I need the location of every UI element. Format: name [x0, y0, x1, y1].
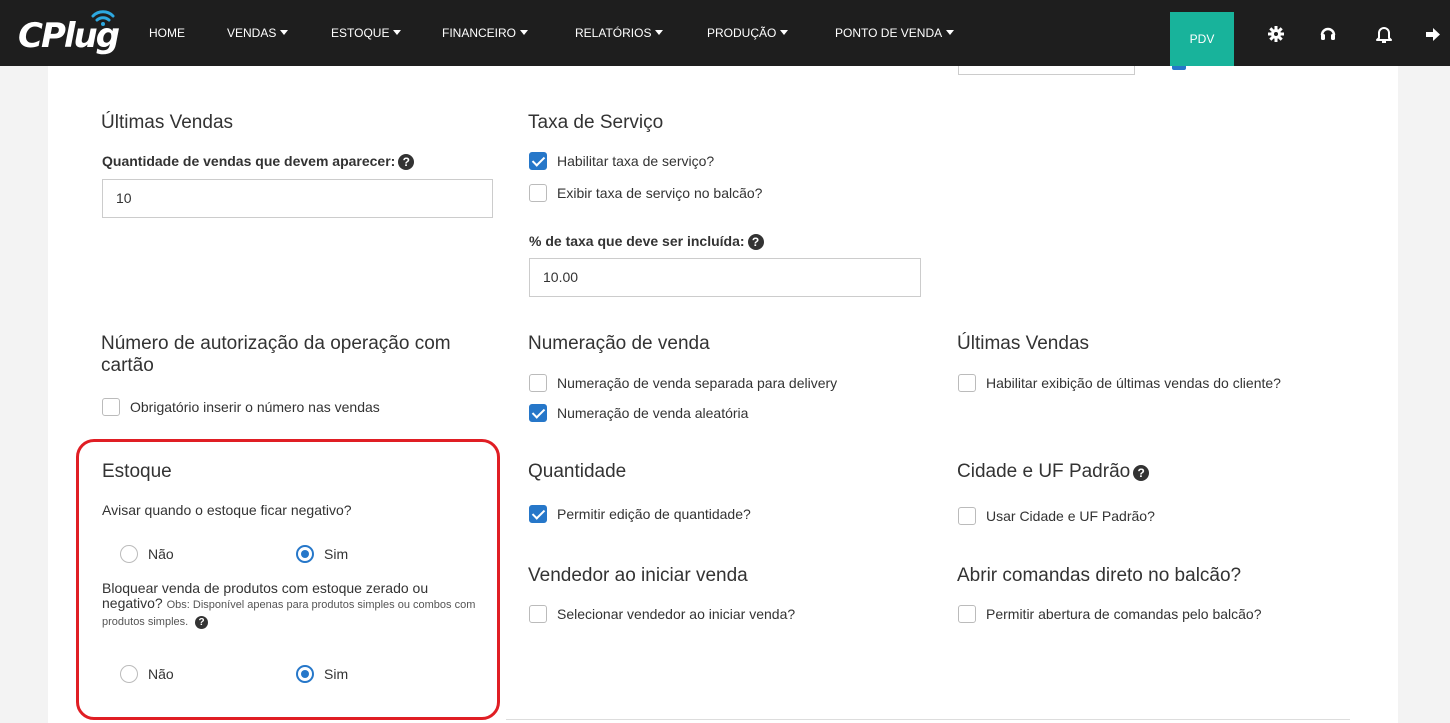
estoque-title: Estoque — [102, 461, 172, 482]
checkbox-unchecked[interactable] — [958, 374, 976, 392]
percent-taxa-label: % de taxa que deve ser incluída:? — [529, 233, 764, 250]
radio-unselected[interactable] — [120, 665, 138, 683]
ultimas-vendas-cliente-label: Habilitar exibição de últimas vendas do … — [986, 375, 1281, 391]
nav-producao[interactable]: PRODUÇÃO — [707, 26, 789, 40]
caret-down-icon — [655, 30, 664, 35]
gear-icon[interactable] — [1266, 24, 1286, 44]
permitir-edicao-checkbox-row[interactable]: Permitir edição de quantidade? — [529, 505, 751, 523]
usar-cidade-checkbox-row[interactable]: Usar Cidade e UF Padrão? — [958, 507, 1155, 525]
partial-input[interactable] — [958, 66, 1135, 75]
nav-home-label: HOME — [149, 26, 185, 40]
selecionar-vendedor-label: Selecionar vendedor ao iniciar venda? — [557, 606, 796, 622]
bloquear-nao-radio-row[interactable]: Não — [120, 665, 174, 683]
exibir-taxa-checkbox-row[interactable]: Exibir taxa de serviço no balcão? — [529, 184, 762, 202]
selecionar-vendedor-checkbox-row[interactable]: Selecionar vendedor ao iniciar venda? — [529, 605, 795, 623]
nav-producao-label: PRODUÇÃO — [707, 26, 777, 40]
quantidade-vendas-label: Quantidade de vendas que devem aparecer:… — [102, 153, 415, 170]
caret-down-icon — [393, 30, 402, 35]
ultimas-vendas-cliente-title: Últimas Vendas — [957, 333, 1090, 354]
bloquear-sim-label: Sim — [324, 666, 349, 682]
logout-icon[interactable] — [1424, 24, 1444, 44]
habilitar-taxa-checkbox-row[interactable]: Habilitar taxa de serviço? — [529, 152, 714, 170]
abrir-comandas-label: Permitir abertura de comandas pelo balcã… — [986, 606, 1262, 622]
nav-ponto-de-venda-label: PONTO DE VENDA — [835, 26, 943, 40]
bloquear-sim-radio-row[interactable]: Sim — [296, 665, 348, 683]
help-icon[interactable]: ? — [1133, 465, 1150, 481]
numeracao-aleatoria-label: Numeração de venda aleatória — [557, 405, 749, 421]
nav-home[interactable]: HOME — [149, 26, 185, 40]
bloquear-venda-label: Bloquear venda de produtos com estoque z… — [102, 581, 482, 630]
checkbox-unchecked[interactable] — [958, 605, 976, 623]
caret-down-icon — [520, 30, 529, 35]
checkbox-unchecked[interactable] — [529, 374, 547, 392]
checkbox-unchecked[interactable] — [529, 184, 547, 202]
quantidade-vendas-label-text: Quantidade de vendas que devem aparecer: — [102, 153, 396, 169]
bloquear-nao-label: Não — [148, 666, 174, 682]
help-icon[interactable]: ? — [398, 154, 415, 170]
divider — [506, 719, 1350, 720]
vendedor-title: Vendedor ao iniciar venda — [528, 565, 748, 586]
quantidade-vendas-input[interactable]: 10 — [102, 179, 493, 218]
habilitar-taxa-label: Habilitar taxa de serviço? — [557, 153, 715, 169]
checkbox-checked[interactable] — [529, 404, 547, 422]
checkbox-unchecked[interactable] — [529, 605, 547, 623]
taxa-servico-title: Taxa de Serviço — [528, 112, 664, 133]
nav-relatorios[interactable]: RELATÓRIOS — [575, 26, 664, 40]
nav-vendas-label: VENDAS — [227, 26, 277, 40]
wifi-icon — [91, 10, 115, 26]
obrigatorio-checkbox-row[interactable]: Obrigatório inserir o número nas vendas — [102, 398, 380, 416]
checkbox-checked[interactable] — [529, 505, 547, 523]
nav-financeiro-label: FINANCEIRO — [442, 26, 517, 40]
radio-selected[interactable] — [296, 665, 314, 683]
checkbox-checked[interactable] — [529, 152, 547, 170]
usar-cidade-label: Usar Cidade e UF Padrão? — [986, 508, 1155, 524]
comandas-title: Abrir comandas direto no balcão? — [957, 565, 1242, 586]
ultimas-vendas-title: Últimas Vendas — [101, 112, 234, 133]
pdv-button[interactable]: PDV — [1170, 12, 1234, 66]
checkbox-unchecked[interactable] — [102, 398, 120, 416]
help-icon[interactable]: ? — [195, 616, 209, 629]
obrigatorio-label: Obrigatório inserir o número nas vendas — [130, 399, 380, 415]
numeracao-title: Numeração de venda — [528, 333, 710, 354]
help-icon[interactable]: ? — [747, 234, 764, 250]
permitir-edicao-label: Permitir edição de quantidade? — [557, 506, 751, 522]
numeracao-aleatoria-checkbox-row[interactable]: Numeração de venda aleatória — [529, 404, 748, 422]
top-navbar: CPlug HOME VENDAS ESTOQUE FINANCEIRO REL… — [0, 0, 1450, 66]
partial-toggle[interactable] — [1172, 66, 1186, 70]
numeracao-separada-checkbox-row[interactable]: Numeração de venda separada para deliver… — [529, 374, 837, 392]
cidade-uf-title-text: Cidade e UF Padrão — [957, 461, 1131, 482]
caret-down-icon — [280, 30, 289, 35]
nav-estoque-label: ESTOQUE — [331, 26, 390, 40]
caret-down-icon — [780, 30, 789, 35]
percent-taxa-input[interactable]: 10.00 — [529, 258, 921, 297]
nav-relatorios-label: RELATÓRIOS — [575, 26, 652, 40]
avisar-nao-radio-row[interactable]: Não — [120, 545, 174, 563]
cidade-uf-title: Cidade e UF Padrão? — [957, 461, 1150, 483]
checkbox-unchecked[interactable] — [958, 507, 976, 525]
caret-down-icon — [946, 30, 955, 35]
avisar-estoque-label: Avisar quando o estoque ficar negativo? — [102, 502, 352, 518]
ultimas-vendas-cliente-checkbox-row[interactable]: Habilitar exibição de últimas vendas do … — [958, 374, 1281, 392]
avisar-sim-label: Sim — [324, 546, 349, 562]
radio-selected[interactable] — [296, 545, 314, 563]
headset-icon[interactable] — [1318, 24, 1338, 44]
nav-vendas[interactable]: VENDAS — [227, 26, 289, 40]
percent-taxa-label-text: % de taxa que deve ser incluída: — [529, 233, 745, 249]
nav-financeiro[interactable]: FINANCEIRO — [442, 26, 529, 40]
numeracao-separada-label: Numeração de venda separada para deliver… — [557, 375, 838, 391]
nav-estoque[interactable]: ESTOQUE — [331, 26, 402, 40]
exibir-taxa-label: Exibir taxa de serviço no balcão? — [557, 185, 763, 201]
radio-unselected[interactable] — [120, 545, 138, 563]
cplug-logo[interactable]: CPlug — [14, 0, 124, 66]
autorizacao-title: Número de autorização da operação com ca… — [101, 333, 451, 376]
avisar-nao-label: Não — [148, 546, 174, 562]
avisar-sim-radio-row[interactable]: Sim — [296, 545, 348, 563]
quantidade-title: Quantidade — [528, 461, 627, 482]
bell-icon[interactable] — [1374, 24, 1394, 44]
abrir-comandas-checkbox-row[interactable]: Permitir abertura de comandas pelo balcã… — [958, 605, 1262, 623]
nav-ponto-de-venda[interactable]: PONTO DE VENDA — [835, 26, 955, 40]
